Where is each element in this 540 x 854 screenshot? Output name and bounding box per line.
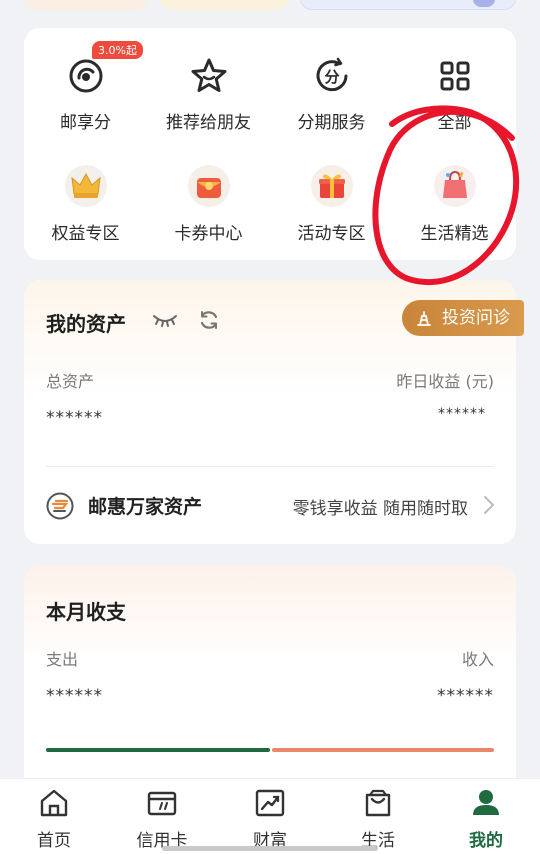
chevron-right-icon[interactable] — [482, 494, 496, 516]
grid-icon — [440, 61, 469, 91]
service-activities[interactable]: 活动专区 — [270, 144, 393, 260]
installment-icon: 分 — [316, 57, 347, 92]
wealth-chart-icon — [255, 789, 285, 817]
expense-label: 支出 — [46, 650, 79, 669]
diagnosis-label: 投资问诊 — [442, 308, 510, 328]
service-installment[interactable]: 分 分期服务 — [270, 28, 393, 144]
tab-mine[interactable]: 我的 — [432, 779, 540, 854]
income-label: 收入 — [461, 650, 494, 669]
service-recommend[interactable]: 推荐给朋友 — [147, 28, 270, 144]
eye-closed-icon[interactable] — [152, 312, 178, 328]
service-coupons[interactable]: 卡券中心 — [147, 144, 270, 260]
expense-value: ****** — [46, 686, 103, 706]
promo-subtitle[interactable]: 零钱享收益 随用随时取 — [293, 494, 468, 519]
tab-home[interactable]: 首页 — [0, 779, 108, 854]
service-label: 生活精选 — [420, 224, 489, 244]
banner-tile[interactable] — [160, 0, 288, 10]
diagnosis-icon — [417, 311, 431, 326]
yesterday-earnings-label: 昨日收益 (元) — [396, 372, 494, 391]
service-label: 分期服务 — [297, 113, 366, 133]
service-points[interactable]: 3.0%起 邮享分 — [24, 28, 147, 144]
crown-icon — [64, 165, 107, 207]
service-label: 推荐给朋友 — [166, 113, 251, 133]
promo-title[interactable]: 邮惠万家资产 — [88, 492, 202, 519]
services-card: 3.0%起 邮享分 推荐给朋友 分 分期服务 全部 权益专区 卡券中心 活动专区… — [24, 28, 516, 260]
banner-illustration-icon — [473, 0, 495, 7]
monthly-title: 本月收支 — [46, 600, 126, 624]
top-banner-strip — [0, 0, 540, 14]
service-label: 卡券中心 — [174, 224, 243, 244]
tab-credit-card[interactable]: 信用卡 — [108, 779, 216, 854]
rate-badge: 3.0%起 — [92, 41, 143, 59]
investment-diagnosis-button[interactable]: 投资问诊 — [402, 300, 524, 336]
home-icon — [40, 789, 68, 817]
service-label: 活动专区 — [297, 224, 366, 244]
expense-bar — [46, 748, 270, 752]
service-life-selection[interactable]: 生活精选 — [393, 144, 516, 260]
profile-icon — [473, 790, 499, 815]
credit-card-icon — [147, 791, 177, 816]
refresh-icon[interactable] — [198, 309, 220, 331]
total-assets-value: ****** — [46, 408, 103, 428]
income-bar — [272, 748, 494, 752]
star-icon — [191, 58, 226, 92]
tab-life[interactable]: 生活 — [324, 779, 432, 854]
service-label: 权益专区 — [51, 224, 120, 244]
divider — [46, 466, 494, 467]
monthly-income-expense-card[interactable]: 本月收支 支出 ****** 收入 ****** — [24, 566, 516, 806]
banner-tile[interactable] — [24, 0, 148, 10]
gift-icon — [310, 165, 353, 207]
tab-label: 我的 — [469, 831, 503, 851]
my-assets-card: 我的资产 投资问诊 总资产 ****** 昨日收益 (元) ****** 邮惠万… — [24, 280, 524, 544]
assets-title: 我的资产 — [46, 312, 126, 336]
svg-text:分: 分 — [324, 68, 339, 86]
coupon-icon — [187, 165, 230, 207]
shopping-bag-icon — [365, 789, 391, 817]
bottom-tab-bar: 首页 信用卡 财富 生活 我的 — [0, 778, 540, 854]
total-assets-label: 总资产 — [46, 372, 95, 391]
tab-wealth[interactable]: 财富 — [216, 779, 324, 854]
service-all[interactable]: 全部 — [393, 28, 516, 144]
yesterday-earnings-value: ****** — [438, 406, 486, 422]
tab-label: 首页 — [37, 831, 71, 851]
home-indicator[interactable] — [162, 846, 378, 851]
banner-tile[interactable] — [300, 0, 516, 10]
psbc-logo-icon — [46, 492, 74, 520]
income-value: ****** — [437, 686, 494, 706]
service-benefits[interactable]: 权益专区 — [24, 144, 147, 260]
service-label: 全部 — [437, 113, 472, 133]
points-icon — [69, 59, 102, 93]
service-label: 邮享分 — [60, 113, 111, 133]
shopping-bag-icon — [433, 165, 476, 207]
